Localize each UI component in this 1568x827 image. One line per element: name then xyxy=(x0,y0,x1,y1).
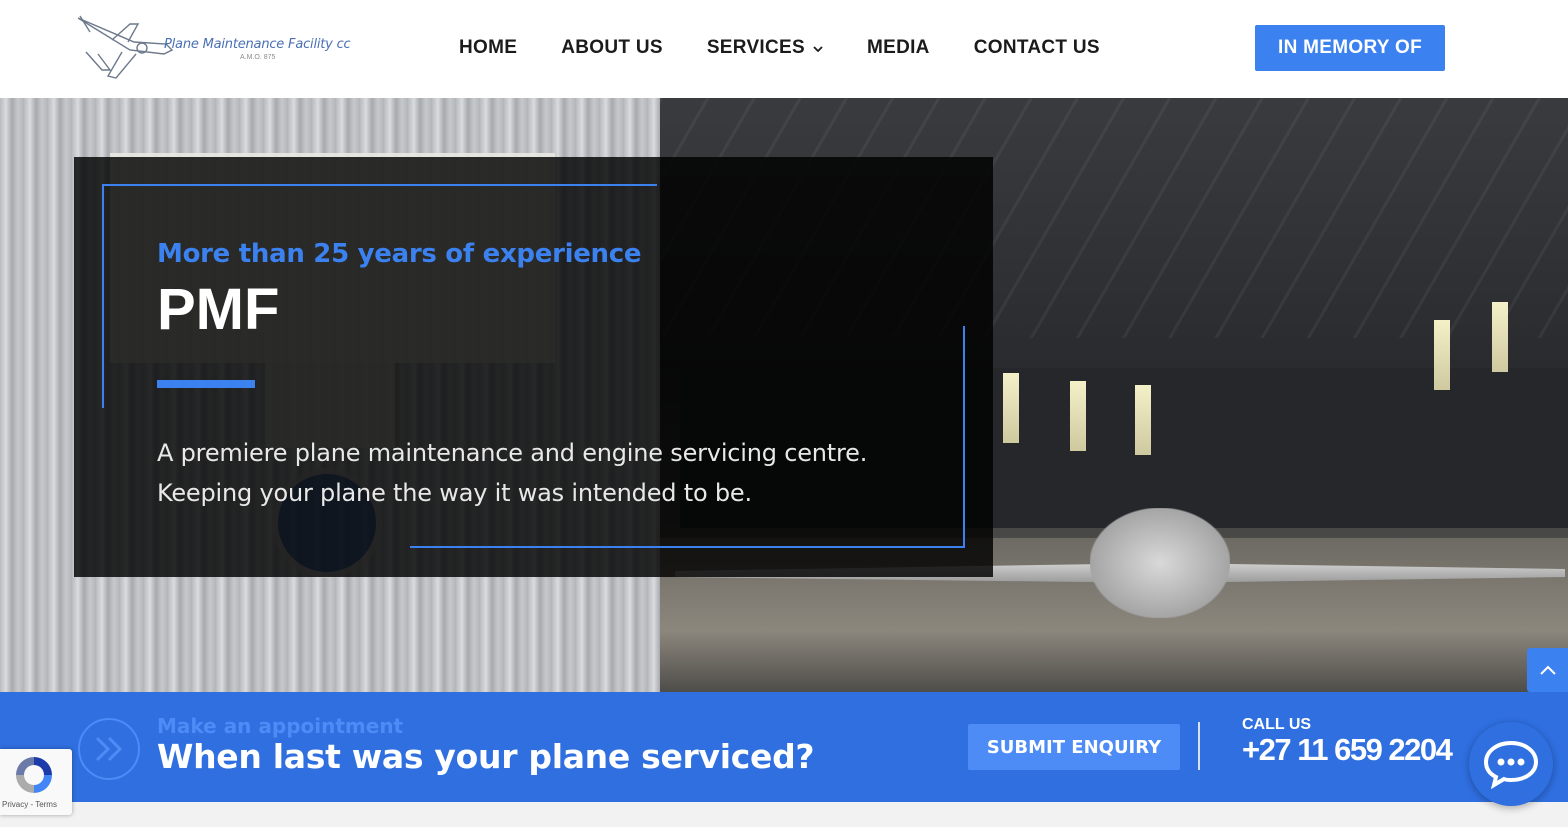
recaptcha-icon xyxy=(16,757,52,793)
hangar-window xyxy=(1434,320,1450,390)
appointment-bar: Make an appointment When last was your p… xyxy=(0,692,1568,802)
page-bottom-strip xyxy=(0,802,1568,827)
main-nav: HOME ABOUT US SERVICES MEDIA CONTACT US xyxy=(459,36,1100,60)
hero-description-line-2: Keeping your plane the way it was intend… xyxy=(157,479,752,507)
nav-services[interactable]: SERVICES xyxy=(707,37,823,59)
hero-description-line-1: A premiere plane maintenance and engine … xyxy=(157,439,868,467)
hangar-window xyxy=(1135,385,1151,455)
nav-contact-us[interactable]: CONTACT US xyxy=(974,37,1100,59)
hero-overlay xyxy=(74,157,993,577)
hangar-window xyxy=(1003,373,1019,443)
submit-enquiry-button[interactable]: SUBMIT ENQUIRY xyxy=(968,724,1180,770)
frame-line xyxy=(963,326,965,548)
hero-description: A premiere plane maintenance and engine … xyxy=(157,433,917,513)
frame-line xyxy=(102,184,104,408)
hero-section: More than 25 years of experience PMF A p… xyxy=(0,98,1568,692)
hangar-window xyxy=(1070,381,1086,451)
logo-subtitle: A.M.O. 875 xyxy=(240,54,276,61)
nav-about-us[interactable]: ABOUT US xyxy=(561,37,663,59)
recaptcha-links[interactable]: Privacy - Terms xyxy=(2,800,57,809)
chat-button[interactable] xyxy=(1469,722,1553,806)
appointment-eyebrow: Make an appointment xyxy=(157,714,404,738)
appointment-title: When last was your plane serviced? xyxy=(157,737,815,776)
hero-eyebrow: More than 25 years of experience xyxy=(157,239,642,269)
nav-media[interactable]: MEDIA xyxy=(867,37,930,59)
frame-line xyxy=(102,184,657,186)
hero-divider xyxy=(157,380,255,388)
hero-title: PMF xyxy=(157,277,280,342)
site-header: Plane Maintenance Facility cc A.M.O. 875… xyxy=(0,0,1568,98)
plane-body xyxy=(1090,508,1230,618)
chevron-up-icon xyxy=(1539,665,1556,675)
phone-number-link[interactable]: +27 11 659 2204 xyxy=(1242,732,1453,768)
scroll-to-top-button[interactable] xyxy=(1527,648,1568,692)
recaptcha-badge[interactable]: Privacy - Terms xyxy=(0,749,72,815)
chat-icon xyxy=(1483,740,1539,789)
site-logo[interactable]: Plane Maintenance Facility cc A.M.O. 875 xyxy=(72,12,372,84)
cta-divider xyxy=(1198,722,1200,770)
hangar-window xyxy=(1492,302,1508,372)
chevron-down-icon xyxy=(813,42,823,56)
nav-home[interactable]: HOME xyxy=(459,37,517,59)
nav-services-label: SERVICES xyxy=(706,37,805,58)
in-memory-button[interactable]: IN MEMORY OF xyxy=(1255,25,1445,71)
frame-line xyxy=(410,546,965,548)
logo-title: Plane Maintenance Facility cc xyxy=(164,37,351,52)
double-chevron-right-icon xyxy=(78,718,140,780)
